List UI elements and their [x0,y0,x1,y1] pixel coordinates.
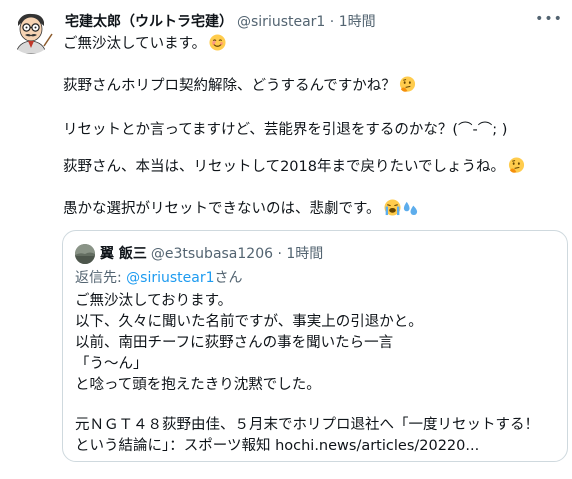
tweet-header: 宅建太郎（ウルトラ宅建） @siriustear1 · 1時間 [65,11,532,33]
quoted-line: 以前、南田チーフに荻野さんの事を聞いたら一言 [75,335,394,351]
thinking-face-emoji-icon [508,157,525,181]
quoted-avatar-photo [75,244,95,264]
author-avatar[interactable] [8,8,54,54]
more-options-button[interactable]: ••• [535,8,563,30]
tweet-line: リセットとか言ってますけど、芸能界を引退をするのかな？(⌒-⌒; ) [63,122,508,138]
tweet-line: 荻野さん、本当は、リセットして2018年まで戻りたいでしょうね。 [63,156,525,178]
quoted-tweet-header: 翼 飯三 @e3tsubasa1206 · 1時間 [100,243,323,265]
reply-mention-link[interactable]: @siriustear1 [126,270,214,286]
loudly-crying-face-emoji-icon [384,199,401,223]
header-separator: · [329,14,335,30]
quoted-author-handle[interactable]: @e3tsubasa1206 [151,246,273,262]
tweet-line: 愚かな選択がリセットできないのは、悲劇です。 [63,198,419,220]
quoted-header-separator: · [277,246,282,262]
quoted-line: という結論に」：スポーツ報知 hochi.news/articles/20220… [75,438,480,454]
tweet-timestamp[interactable]: 1時間 [339,14,376,30]
quoted-author-avatar[interactable] [75,244,95,264]
more-dots-icon: ••• [535,11,563,27]
quoted-tweet-card[interactable]: 翼 飯三 @e3tsubasa1206 · 1時間 返信先: @siriustea… [62,230,568,462]
quoted-line: 元ＮＧＴ４８荻野由佳、５月末でホリプロ退社へ「一度リセットする！ [75,417,539,433]
thinking-face-emoji-icon [399,76,416,100]
quoted-line: 「う～ん」 [75,356,148,372]
smiling-face-emoji-icon [209,34,226,58]
author-avatar-illustration [8,8,54,54]
quoted-line: ご無沙汰しております。 [75,293,233,309]
reply-context: 返信先: @siriustear1さん [75,270,243,286]
quoted-tweet-timestamp: 1時間 [286,246,324,262]
sweat-droplets-emoji-icon [402,199,419,223]
author-handle[interactable]: @siriustear1 [237,14,325,30]
author-name[interactable]: 宅建太郎（ウルトラ宅建） [65,14,233,30]
quoted-author-name[interactable]: 翼 飯三 [100,246,147,262]
quoted-line: 以下、久々に聞いた名前ですが、事実上の引退かと。 [75,314,423,330]
tweet-line: ご無沙汰しています。 [63,33,226,55]
quoted-line: と唸って頭を抱えたきり沈黙でした。 [75,377,321,393]
tweet-line: 荻野さんホリプロ契約解除、どうするんですかね？ [63,75,416,97]
